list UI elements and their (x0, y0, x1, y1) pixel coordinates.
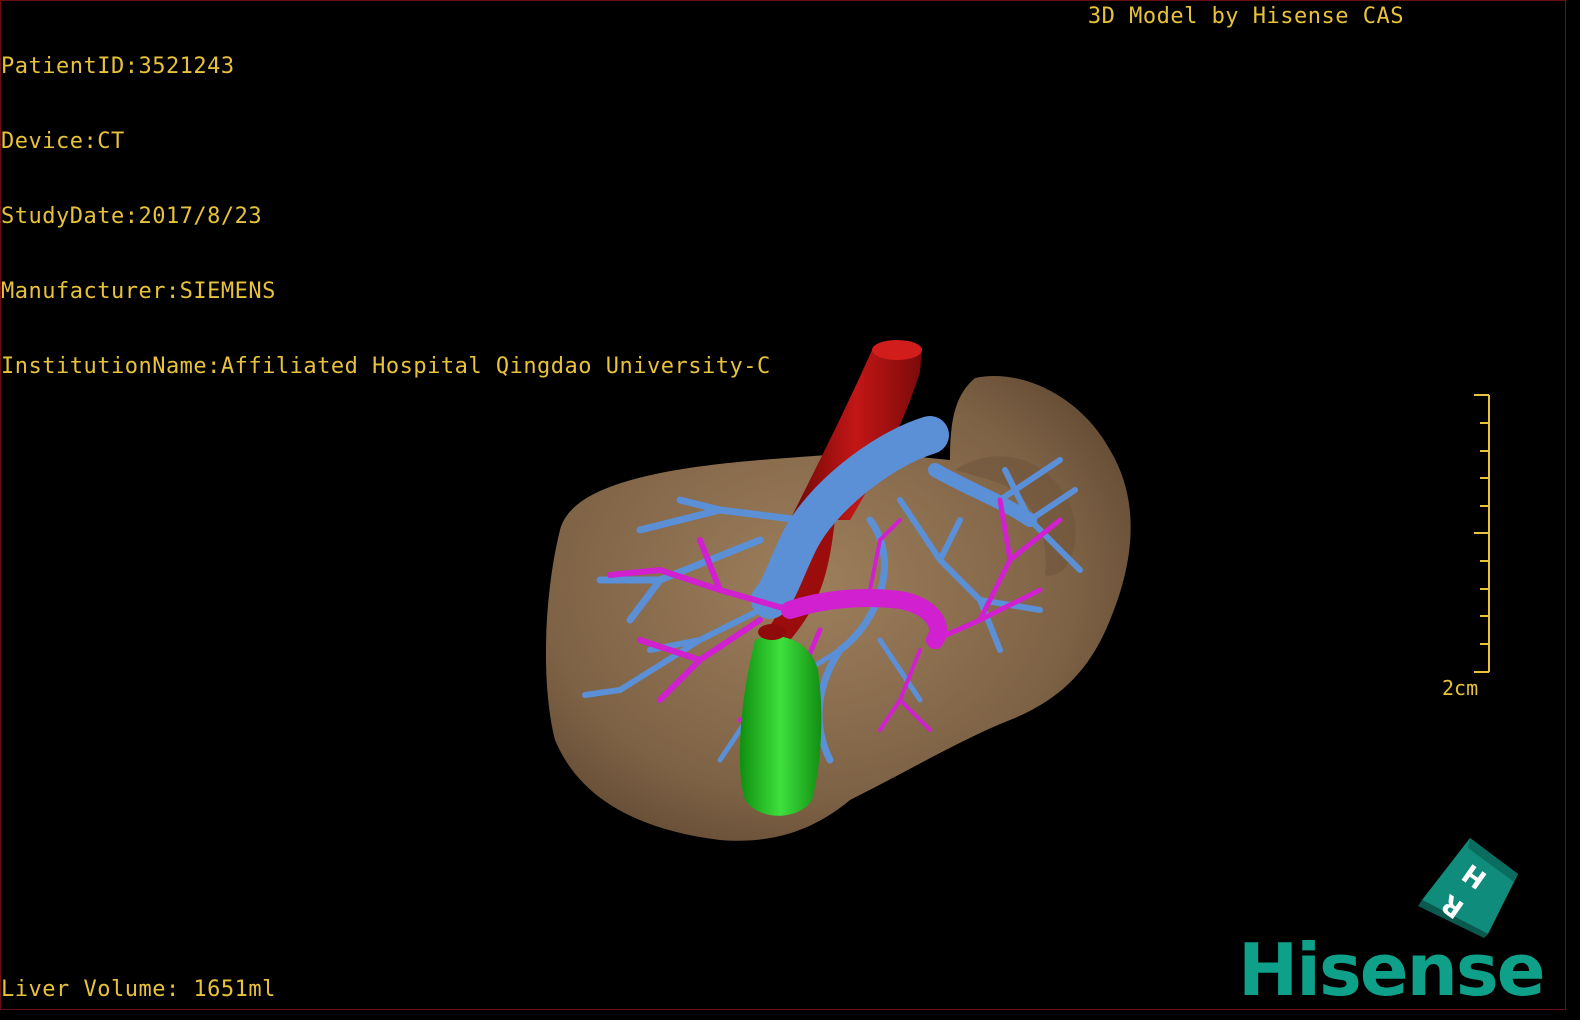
study-date-label: StudyDate:2017/8/23 (1, 204, 263, 229)
liver-volume-label: Liver Volume: 1651ml (1, 977, 276, 1002)
orientation-cube-icon[interactable]: H R (1418, 834, 1522, 938)
dicom-info-block: PatientID:3521243 Device:CT StudyDate:20… (1, 4, 771, 404)
scale-label: 2cm (1442, 676, 1479, 700)
institution-label: InstitutionName:Affiliated Hospital Qing… (1, 354, 771, 379)
model-caption: 3D Model by Hisense CAS (1087, 4, 1404, 29)
hisense-logo: Hisense (1238, 928, 1546, 1012)
gallbladder-model (739, 624, 822, 816)
scale-indicator: 2cm (1430, 388, 1510, 700)
manufacturer-label: Manufacturer:SIEMENS (1, 279, 276, 304)
patient-id-label: PatientID:3521243 (1, 54, 235, 79)
device-label: Device:CT (1, 129, 125, 154)
